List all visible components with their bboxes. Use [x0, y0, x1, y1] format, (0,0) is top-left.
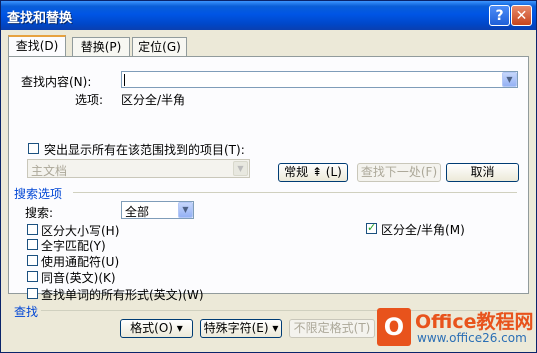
highlight-all-checkbox[interactable]: [28, 143, 39, 154]
search-scope-select[interactable]: 主文档 ▼: [27, 159, 250, 178]
special-button[interactable]: 特殊字符(E) ▾: [200, 319, 282, 338]
search-direction-label: 搜索:: [25, 206, 54, 220]
office-logo-icon: O: [377, 308, 411, 346]
help-button[interactable]: ?: [489, 5, 510, 26]
watermark-url: www.office26.com: [417, 331, 527, 345]
scope-dropdown-icon: ▼: [233, 161, 248, 176]
search-direction-dropdown-icon[interactable]: ▼: [178, 202, 193, 218]
find-what-input[interactable]: ▼: [121, 71, 518, 88]
tab-goto[interactable]: 定位(G): [132, 37, 187, 56]
checkmark-icon: ✓: [367, 221, 377, 234]
highlight-all-label: 突出显示所有在该范围找到的项目(T):: [44, 143, 245, 157]
all-word-forms-label: 查找单词的所有形式(英文)(W): [41, 288, 204, 302]
close-button[interactable]: ✕: [511, 5, 532, 26]
search-direction-value: 全部: [125, 205, 150, 219]
match-fullwidth-checkbox[interactable]: ✓: [366, 221, 377, 234]
watermark-name: Office教程网: [415, 311, 534, 333]
sounds-like-checkbox[interactable]: [27, 271, 38, 282]
search-direction-select[interactable]: 全部 ▼: [121, 201, 194, 219]
match-fullwidth-label: 区分全/半角(M): [381, 223, 465, 237]
tab-replace[interactable]: 替换(P): [72, 37, 130, 56]
whole-word-label: 全字匹配(Y): [41, 239, 106, 253]
no-formatting-button[interactable]: 不限定格式(T): [289, 319, 375, 338]
tab-find[interactable]: 查找(D): [8, 35, 66, 57]
sounds-like-label: 同音(英文)(K): [41, 271, 116, 285]
find-replace-dialog: 查找和替换 ? ✕ 查找(D) 替换(P) 定位(G) 查找内容(N): ▼ 选…: [0, 0, 537, 353]
options-value: 区分全/半角: [121, 93, 186, 107]
cancel-button[interactable]: 取消: [446, 163, 519, 182]
options-label: 选项:: [75, 93, 104, 107]
whole-word-checkbox[interactable]: [27, 239, 38, 250]
search-options-divider: [73, 192, 517, 193]
window-title: 查找和替换: [7, 11, 73, 26]
search-options-heading: 搜索选项: [14, 187, 63, 201]
match-case-checkbox[interactable]: [27, 224, 38, 235]
less-options-button[interactable]: 常规 ⇞ (L): [278, 163, 348, 182]
format-button[interactable]: 格式(O) ▾: [120, 319, 193, 338]
office26-watermark: O Office教程网 www.office26.com: [377, 307, 537, 351]
search-scope-value: 主文档: [31, 164, 68, 178]
all-word-forms-checkbox[interactable]: [27, 288, 38, 299]
title-bar[interactable]: 查找和替换 ? ✕: [1, 1, 536, 30]
find-history-dropdown-icon[interactable]: ▼: [502, 72, 517, 87]
find-next-button[interactable]: 查找下一处(F): [357, 163, 441, 182]
find-what-label: 查找内容(N):: [21, 75, 92, 89]
wildcards-checkbox[interactable]: [27, 255, 38, 266]
wildcards-label: 使用通配符(U): [41, 255, 120, 269]
text-caret: [124, 74, 125, 86]
find-section-heading: 查找: [14, 305, 39, 319]
